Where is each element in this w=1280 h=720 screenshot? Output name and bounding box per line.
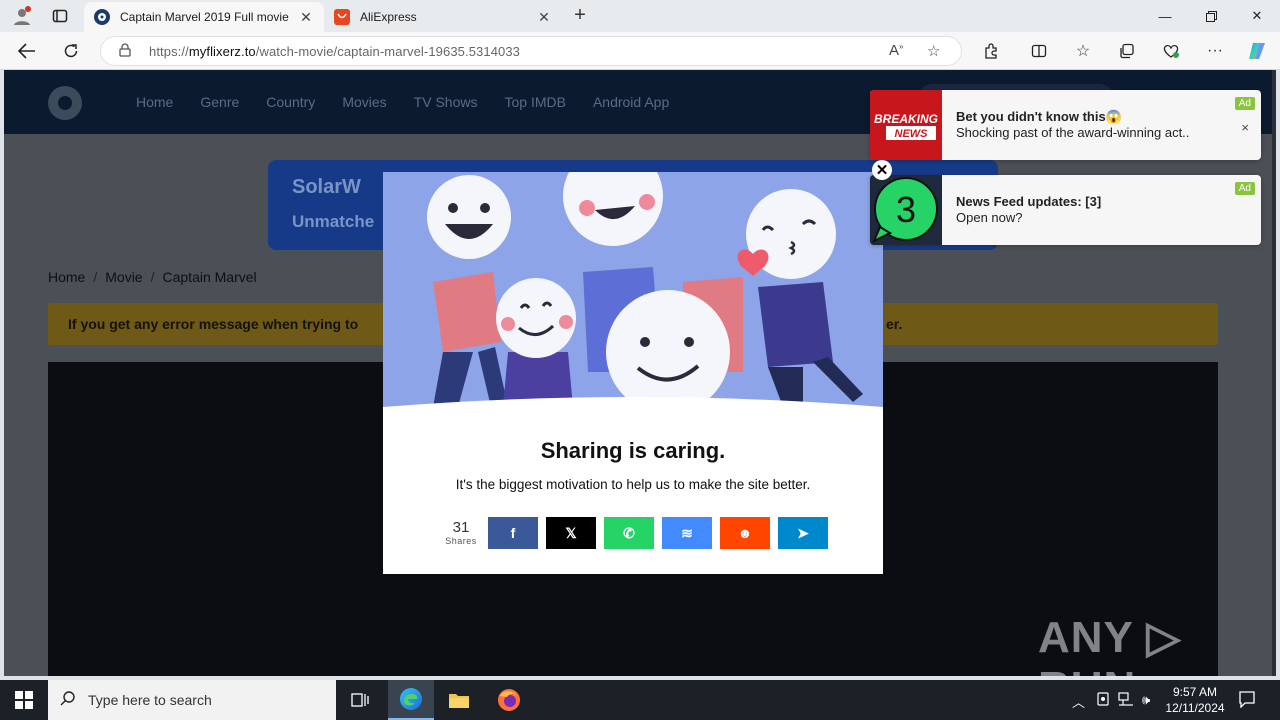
refresh-icon[interactable] xyxy=(58,39,84,63)
tray-device-icon[interactable] xyxy=(1096,692,1110,709)
tray-chevron-icon[interactable]: ︿ xyxy=(1072,692,1085,711)
tab-captain-marvel[interactable]: Captain Marvel 2019 Full movie online My… xyxy=(84,2,324,32)
address-bar[interactable]: https://myflixerz.to/watch-movie/captain… xyxy=(100,36,962,66)
new-tab-button[interactable]: + xyxy=(568,4,592,28)
notification-body: Open now? xyxy=(956,210,1023,225)
banner-brand: SolarW xyxy=(292,176,361,198)
tab-title: AliExpress xyxy=(360,10,417,24)
telegram-share-button[interactable]: ➤ xyxy=(778,517,828,549)
tab-close-icon[interactable]: ✕ xyxy=(536,9,552,26)
share-count-label: Shares xyxy=(445,536,477,546)
svg-text:NEWS: NEWS xyxy=(895,128,929,140)
myflixer-favicon-icon xyxy=(94,9,110,25)
modal-subtitle: It's the biggest motivation to help us t… xyxy=(455,477,811,492)
split-screen-icon[interactable] xyxy=(1026,39,1052,63)
browser-essentials-icon[interactable] xyxy=(1158,39,1184,63)
site-logo-icon[interactable] xyxy=(48,86,82,120)
collections-icon[interactable] xyxy=(1114,39,1140,63)
share-counter: 31 Shares xyxy=(441,519,481,547)
ad-badge: Ad xyxy=(1234,182,1255,195)
lock-icon[interactable] xyxy=(119,43,131,60)
nav-tv-shows[interactable]: TV Shows xyxy=(414,94,478,110)
edge-taskbar-icon[interactable] xyxy=(388,680,434,720)
breadcrumb: Home / Movie / Captain Marvel xyxy=(48,269,257,285)
copilot-icon[interactable] xyxy=(1244,39,1270,63)
tab-actions-icon[interactable] xyxy=(48,4,72,28)
nav-movies[interactable]: Movies xyxy=(342,94,386,110)
browser-toolbar: https://myflixerz.to/watch-movie/captain… xyxy=(0,32,1280,70)
facebook-share-button[interactable]: f xyxy=(488,517,538,549)
notification-title: News Feed updates: [3] xyxy=(956,194,1102,209)
search-placeholder: Type here to search xyxy=(88,692,212,708)
whatsapp-icon: ✆ xyxy=(623,524,635,541)
share-count: 31 xyxy=(452,519,470,536)
alert-text-end: er. xyxy=(886,316,903,332)
ad-notification-breaking-news[interactable]: BREAKING NEWS Bet you didn't know this😱 S… xyxy=(870,90,1261,160)
reddit-share-button[interactable]: ☻ xyxy=(720,517,770,549)
search-icon xyxy=(60,690,76,711)
back-icon[interactable] xyxy=(14,39,40,63)
maximize-icon[interactable] xyxy=(1188,0,1234,32)
favorite-star-icon[interactable]: ☆ xyxy=(927,42,940,60)
reddit-icon: ☻ xyxy=(737,525,753,541)
aliexpress-favicon-icon xyxy=(334,9,350,25)
windows-start-icon[interactable] xyxy=(0,680,48,720)
volume-icon[interactable]: 🕪 xyxy=(1142,692,1150,708)
file-explorer-icon[interactable] xyxy=(438,680,480,720)
notification-center-icon[interactable] xyxy=(1238,690,1256,711)
alert-text: If you get any error message when trying… xyxy=(68,316,359,332)
breadcrumb-current: Captain Marvel xyxy=(162,269,257,285)
tab-close-icon[interactable]: ✕ xyxy=(298,9,314,26)
clock-time: 9:57 AM xyxy=(1172,685,1218,699)
breaking-news-thumbnail: BREAKING NEWS xyxy=(870,90,942,160)
whatsapp-badge-thumbnail: 3 xyxy=(870,175,942,245)
facebook-icon: f xyxy=(510,525,516,541)
firefox-icon[interactable] xyxy=(486,680,532,720)
notification-body: Shocking past of the award-winning act.. xyxy=(956,125,1190,140)
breadcrumb-movie[interactable]: Movie xyxy=(105,269,142,285)
banner-tagline: Unmatche xyxy=(292,212,375,231)
x-share-button[interactable]: 𝕏 xyxy=(546,517,596,549)
url-text: https://myflixerz.to/watch-movie/captain… xyxy=(149,44,521,59)
share-modal: Sharing is caring. It's the biggest moti… xyxy=(383,172,883,574)
messenger-icon: ≋ xyxy=(681,524,693,541)
svg-text:BREAKING: BREAKING xyxy=(874,112,938,126)
nav-android-app[interactable]: Android App xyxy=(593,94,669,110)
minimize-icon[interactable]: — xyxy=(1142,0,1188,32)
nav-home[interactable]: Home xyxy=(136,94,173,110)
notification-title: Bet you didn't know this😱 xyxy=(956,109,1122,124)
nav-genre[interactable]: Genre xyxy=(200,94,239,110)
messenger-share-button[interactable]: ≋ xyxy=(662,517,712,549)
profile-icon[interactable] xyxy=(10,4,34,28)
favorites-icon[interactable]: ☆ xyxy=(1070,39,1096,63)
breadcrumb-home[interactable]: Home xyxy=(48,269,85,285)
clock-date: 12/11/2024 xyxy=(1165,701,1225,715)
nav-country[interactable]: Country xyxy=(266,94,315,110)
tab-title: Captain Marvel 2019 Full movie online My… xyxy=(120,10,292,24)
main-nav: Home Genre Country Movies TV Shows Top I… xyxy=(136,94,669,110)
close-icon[interactable]: ✕ xyxy=(1234,0,1280,32)
more-icon[interactable]: ··· xyxy=(1202,39,1228,63)
telegram-icon: ➤ xyxy=(797,524,809,541)
task-view-icon[interactable] xyxy=(340,680,380,720)
extensions-icon[interactable] xyxy=(978,39,1004,63)
taskbar-search[interactable]: Type here to search xyxy=(48,680,336,720)
whatsapp-share-button[interactable]: ✆ xyxy=(604,517,654,549)
notification-close-icon[interactable]: ✕ xyxy=(872,160,892,180)
nav-top-imdb[interactable]: Top IMDB xyxy=(504,94,565,110)
ad-notification-news-feed[interactable]: 3 News Feed updates: [3] Open now? Ad xyxy=(870,175,1261,245)
tab-aliexpress[interactable]: AliExpress ✕ xyxy=(324,2,562,32)
page-scrollbar[interactable] xyxy=(1272,70,1276,676)
svg-text:3: 3 xyxy=(896,189,916,230)
taskbar: Type here to search ︿ 🕪 9:57 AM 12/11/20… xyxy=(0,680,1280,720)
happy-people-illustration xyxy=(383,172,883,412)
x-icon: 𝕏 xyxy=(565,524,577,541)
tab-bar: Captain Marvel 2019 Full movie online My… xyxy=(0,0,1280,32)
modal-title: Sharing is caring. xyxy=(540,438,726,463)
network-icon[interactable] xyxy=(1118,692,1134,709)
read-aloud-icon[interactable]: A» xyxy=(889,42,903,59)
notification-close-icon[interactable]: × xyxy=(1241,120,1249,135)
ad-badge: Ad xyxy=(1234,97,1255,110)
system-clock[interactable]: 9:57 AM 12/11/2024 xyxy=(1160,684,1230,716)
